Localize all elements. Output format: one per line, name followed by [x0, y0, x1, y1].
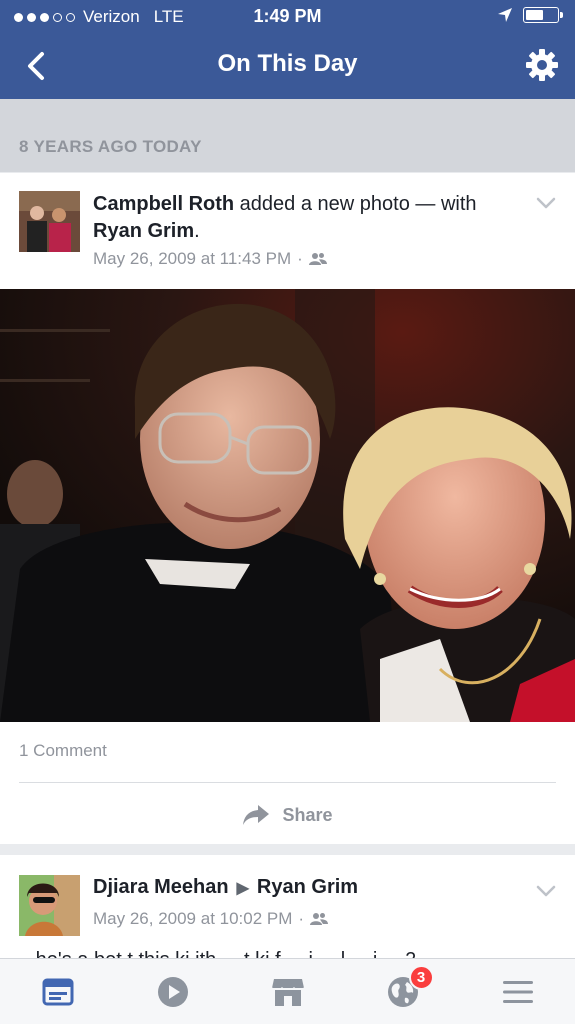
- comment-count[interactable]: 1 Comment: [19, 741, 107, 761]
- tab-marketplace[interactable]: [230, 959, 345, 1024]
- chevron-down-icon[interactable]: [535, 195, 557, 211]
- post-timestamp[interactable]: May 26, 2009 at 10:02 PM: [93, 909, 292, 929]
- post-story: Campbell Roth added a new photo — with R…: [93, 191, 525, 245]
- share-label: Share: [282, 804, 333, 825]
- share-arrow-icon: [243, 805, 270, 825]
- friends-icon: [310, 913, 329, 925]
- post-author[interactable]: Djiara Meehan: [93, 876, 229, 899]
- video-icon: [157, 976, 188, 1007]
- location-arrow-icon: [498, 8, 512, 22]
- post-meta: May 26, 2009 at 10:02 PM ·: [93, 909, 329, 929]
- section-header: 8 YEARS AGO TODAY: [0, 99, 575, 172]
- battery-icon: [523, 7, 563, 23]
- menu-icon: [502, 980, 533, 1003]
- section-header-label: 8 YEARS AGO TODAY: [19, 137, 202, 156]
- status-bar: Verizon LTE 1:49 PM: [0, 0, 575, 34]
- memory-post: Campbell Roth added a new photo — with R…: [0, 173, 575, 844]
- post-meta: May 26, 2009 at 11:43 PM ·: [93, 249, 327, 269]
- tab-menu[interactable]: [460, 959, 575, 1024]
- meta-separator: ·: [297, 249, 303, 268]
- target-user[interactable]: Ryan Grim: [257, 876, 358, 899]
- divider: [19, 782, 556, 783]
- nav-bar: On This Day: [0, 34, 575, 99]
- gear-icon: [526, 49, 558, 81]
- tab-video[interactable]: [115, 959, 230, 1024]
- arrow-icon: ▶: [236, 879, 249, 897]
- notification-badge: 3: [408, 965, 434, 990]
- settings-button[interactable]: [523, 46, 561, 84]
- news-feed-icon: [42, 978, 73, 1005]
- share-button[interactable]: Share: [0, 798, 575, 832]
- bottom-tab-bar: 3: [0, 958, 575, 1024]
- post-preview-text: ...he's a bet t this ki ith ... t ki f .…: [19, 949, 416, 958]
- avatar[interactable]: [19, 875, 80, 936]
- marketplace-icon: [270, 978, 305, 1006]
- tagged-user[interactable]: Ryan Grim: [93, 220, 194, 242]
- tab-notifications[interactable]: 3: [345, 959, 460, 1024]
- avatar[interactable]: [19, 191, 80, 252]
- post-action: added a new photo — with: [234, 193, 477, 215]
- post-photo[interactable]: [0, 289, 575, 722]
- status-right: [497, 7, 563, 23]
- post-header: Campbell Roth added a new photo — with R…: [0, 173, 575, 288]
- post-story: Djiara Meehan ▶ Ryan Grim: [93, 876, 358, 899]
- meta-separator: ·: [298, 909, 305, 928]
- friends-icon: [308, 253, 327, 265]
- memory-post: Djiara Meehan ▶ Ryan Grim May 26, 2009 a…: [0, 855, 575, 958]
- post-timestamp[interactable]: May 26, 2009 at 11:43 PM: [93, 249, 291, 269]
- post-author[interactable]: Campbell Roth: [93, 193, 234, 215]
- chevron-down-icon[interactable]: [535, 883, 557, 899]
- page-title: On This Day: [217, 50, 358, 77]
- tab-news-feed[interactable]: [0, 959, 115, 1024]
- app-header: Verizon LTE 1:49 PM On This Day: [0, 0, 575, 99]
- status-time: 1:49 PM: [253, 6, 322, 26]
- post-period: .: [194, 220, 200, 242]
